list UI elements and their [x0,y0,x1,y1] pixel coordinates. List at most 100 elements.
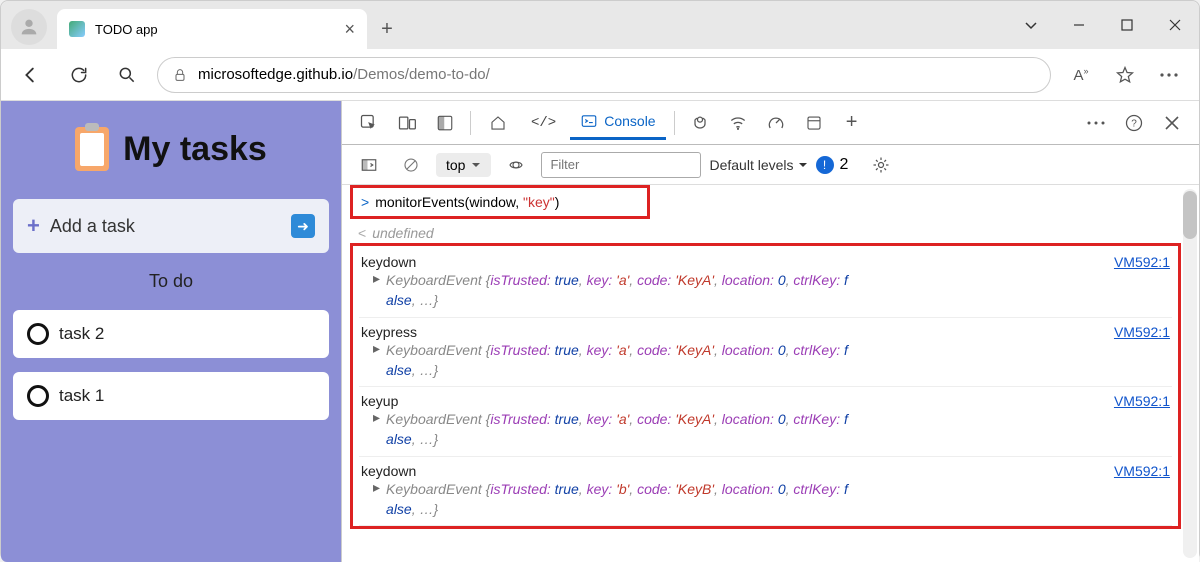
favicon [69,21,85,37]
event-name: keyup [361,393,1114,409]
plus-icon: + [27,213,40,239]
refresh-button[interactable] [61,57,97,93]
live-expression-button[interactable] [499,148,533,182]
console-event-entry: keydownVM592:1 ▸KeyboardEvent {isTrusted:… [359,457,1172,527]
return-value: undefined [372,225,434,241]
lock-icon [172,67,188,83]
task-checkbox[interactable] [27,385,49,407]
event-source-link[interactable]: VM592:1 [1114,324,1170,340]
event-name: keydown [361,254,1114,270]
issues-button[interactable]: ! 2 [816,156,849,174]
new-tab-button[interactable]: + [367,9,407,49]
url-domain: microsoftedge.github.io [198,66,353,83]
devtools-more-button[interactable] [1079,106,1113,140]
url-path: /Demos/demo-to-do/ [353,66,490,83]
devtools-toolbar: </> Console + ? [342,101,1199,145]
event-object[interactable]: KeyboardEvent {isTrusted: true, key: 'b'… [386,479,1170,520]
app-header: My tasks [13,113,329,185]
sources-icon[interactable] [683,106,717,140]
task-item[interactable]: task 2 [13,310,329,358]
maximize-button[interactable] [1103,1,1151,49]
issues-count: 2 [840,156,849,174]
frame-label: top [446,157,465,173]
levels-selector[interactable]: Default levels [709,157,807,173]
inspect-button[interactable] [352,106,386,140]
read-aloud-button[interactable]: A» [1063,57,1099,93]
content-area: My tasks + Add a task ➜ To do task 2 tas… [1,101,1199,562]
device-toggle-button[interactable] [390,106,424,140]
tab-console-label: Console [604,113,655,129]
window-controls [1007,1,1199,49]
submit-task-button[interactable]: ➜ [291,214,315,238]
expand-caret-icon[interactable]: ▸ [373,270,380,311]
console-icon [580,112,598,130]
console-events-block: keydownVM592:1▸KeyboardEvent {isTrusted:… [350,243,1181,529]
clipboard-icon [75,127,109,171]
task-label: task 2 [59,324,104,344]
event-name: keypress [361,324,1114,340]
help-button[interactable]: ? [1117,106,1151,140]
task-item[interactable]: task 1 [13,372,329,420]
filter-input[interactable] [541,152,701,178]
chevron-down-icon[interactable] [1007,1,1055,49]
event-name: keydown [361,463,1114,479]
tab-welcome[interactable] [479,106,517,140]
tab-console[interactable]: Console [570,106,665,140]
event-object[interactable]: KeyboardEvent {isTrusted: true, key: 'a'… [386,409,1170,450]
expand-caret-icon[interactable]: ▸ [373,479,380,520]
add-task-input[interactable]: + Add a task ➜ [13,199,329,253]
more-tabs-button[interactable]: + [835,106,869,140]
browser-tab[interactable]: TODO app × [57,9,367,49]
svg-text:?: ? [1131,118,1137,129]
window-titlebar: TODO app × + [1,1,1199,49]
console-command-row: > monitorEvents(window, "key") [350,185,650,219]
console-settings-button[interactable] [864,148,898,182]
add-task-placeholder: Add a task [50,216,281,237]
console-output[interactable]: > monitorEvents(window, "key") < undefine… [342,185,1199,562]
user-icon [18,16,40,38]
expand-caret-icon[interactable]: ▸ [373,409,380,450]
tab-elements[interactable]: </> [521,106,566,140]
tab-title: TODO app [95,22,334,37]
event-source-link[interactable]: VM592:1 [1114,463,1170,479]
event-source-link[interactable]: VM592:1 [1114,393,1170,409]
todo-app-panel: My tasks + Add a task ➜ To do task 2 tas… [1,101,341,562]
devtools-panel: </> Console + ? top [341,101,1199,562]
event-source-link[interactable]: VM592:1 [1114,254,1170,270]
back-button[interactable] [13,57,49,93]
event-object[interactable]: KeyboardEvent {isTrusted: true, key: 'a'… [386,340,1170,381]
more-menu-button[interactable] [1151,57,1187,93]
scrollbar-thumb[interactable] [1183,191,1197,239]
return-arrow-icon: < [358,225,366,241]
app-title: My tasks [123,130,267,169]
console-return-row: < undefined [350,223,1181,243]
event-object[interactable]: KeyboardEvent {isTrusted: true, key: 'a'… [386,270,1170,311]
dock-button[interactable] [428,106,462,140]
command-text: monitorEvents(window, "key") [375,194,559,210]
levels-label: Default levels [709,157,793,173]
scrollbar-track [1183,189,1197,558]
chevron-down-icon [798,160,808,170]
favorite-button[interactable] [1107,57,1143,93]
performance-icon[interactable] [759,106,793,140]
expand-caret-icon[interactable]: ▸ [373,340,380,381]
address-bar[interactable]: microsoftedge.github.io/Demos/demo-to-do… [157,57,1051,93]
browser-toolbar: microsoftedge.github.io/Demos/demo-to-do… [1,49,1199,101]
console-event-entry: keydownVM592:1 ▸KeyboardEvent {isTrusted:… [359,248,1172,318]
application-icon[interactable] [797,106,831,140]
prompt-icon: > [361,194,369,210]
minimize-button[interactable] [1055,1,1103,49]
task-label: task 1 [59,386,104,406]
search-button[interactable] [109,57,145,93]
close-window-button[interactable] [1151,1,1199,49]
network-icon[interactable] [721,106,755,140]
console-event-entry: keypressVM592:1 ▸KeyboardEvent {isTrusted… [359,318,1172,388]
clear-console-button[interactable] [394,148,428,182]
task-checkbox[interactable] [27,323,49,345]
chevron-down-icon [471,160,481,170]
close-tab-icon[interactable]: × [344,19,355,40]
close-devtools-button[interactable] [1155,106,1189,140]
toggle-sidebar-button[interactable] [352,148,386,182]
profile-avatar[interactable] [11,9,47,45]
frame-selector[interactable]: top [436,153,491,177]
